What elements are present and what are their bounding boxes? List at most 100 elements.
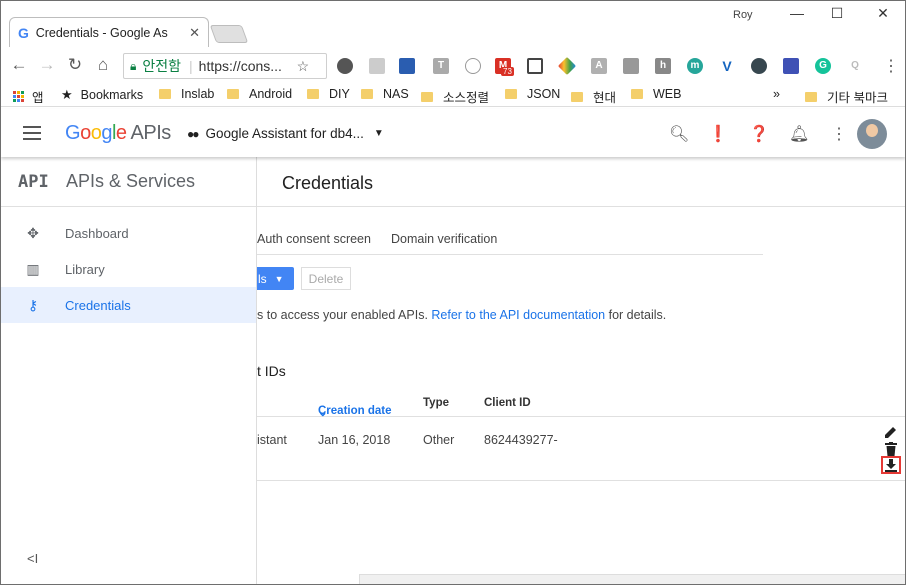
- library-icon: ▥: [26, 260, 40, 277]
- gmail-badge: 73: [501, 67, 514, 76]
- column-type: Type: [423, 397, 449, 409]
- new-tab-button[interactable]: [209, 25, 249, 43]
- apps-shortcut[interactable]: 앱: [13, 87, 44, 106]
- sidebar-item-library[interactable]: ▥ Library: [1, 251, 256, 287]
- project-selector[interactable]: ●● Google Assistant for db4... ▼: [187, 126, 384, 141]
- trello-extension-icon[interactable]: [399, 58, 415, 74]
- mercury-extension-icon[interactable]: m: [687, 58, 703, 74]
- hamburger-menu-icon[interactable]: [23, 126, 41, 144]
- forward-icon[interactable]: →: [33, 55, 61, 75]
- bookmarks-overflow-button[interactable]: »: [773, 87, 780, 101]
- table-header: Creation date ⌄ Type Client ID: [257, 389, 905, 419]
- collapse-sidebar-button[interactable]: <I: [27, 551, 38, 566]
- maximize-button[interactable]: ☐: [825, 5, 849, 22]
- vimeo-extension-icon[interactable]: V: [719, 58, 735, 74]
- bookmarks-bar: 앱 ★ Bookmarks Inslab Android DIY NAS 소스정…: [1, 83, 905, 107]
- minimize-button[interactable]: —: [785, 5, 809, 21]
- horizontal-scrollbar[interactable]: [359, 574, 905, 584]
- caret-down-icon: ▼: [373, 128, 384, 139]
- folder-icon: [505, 89, 517, 99]
- title-bar: G Credentials - Google As ✕ Roy — ☐ ✕: [1, 1, 905, 47]
- tab-domain-verification[interactable]: Domain verification: [391, 232, 497, 246]
- bookmark-extension-icon[interactable]: [783, 58, 799, 74]
- folder-icon: [631, 89, 643, 99]
- apps-grid-icon: [13, 91, 24, 102]
- bookmark-star-icon[interactable]: ☆: [297, 58, 310, 75]
- help-icon[interactable]: ❓: [749, 124, 769, 144]
- extension-icon[interactable]: [369, 58, 385, 74]
- create-credentials-button[interactable]: ls ▼: [257, 267, 294, 290]
- grammarly-extension-icon[interactable]: G: [815, 58, 831, 74]
- tab-oauth-consent-screen[interactable]: Auth consent screen: [257, 232, 371, 246]
- notifications-icon[interactable]: 🔔︎: [789, 124, 809, 144]
- creation-date: Jan 16, 2018: [318, 433, 391, 447]
- edit-icon[interactable]: [881, 423, 901, 441]
- bookmark-item-bookmarks[interactable]: ★ Bookmarks: [61, 87, 143, 103]
- browser-menu-icon[interactable]: ⋮: [883, 56, 899, 76]
- download-json-icon[interactable]: [881, 456, 901, 474]
- client-id: 8624439277-: [484, 433, 558, 447]
- dashboard-icon: ✥: [27, 224, 39, 241]
- colorpick-extension-icon[interactable]: [557, 56, 577, 76]
- extension-icon-3[interactable]: h: [655, 58, 671, 74]
- bookmark-folder[interactable]: JSON: [505, 87, 560, 101]
- bookmark-folder[interactable]: DIY: [307, 87, 350, 101]
- folder-icon: [805, 91, 817, 102]
- bookmark-folder[interactable]: NAS: [361, 87, 409, 101]
- feedback-icon[interactable]: ❗: [708, 124, 728, 144]
- search-icon[interactable]: 🔍︎: [669, 124, 689, 144]
- profile-name[interactable]: Roy: [733, 9, 753, 21]
- google-apis-logo[interactable]: Google APIs: [65, 122, 171, 145]
- tab-close-icon[interactable]: ✕: [189, 25, 200, 41]
- lock-icon: 🔒︎: [130, 58, 137, 73]
- column-client-id: Client ID: [484, 397, 531, 409]
- caret-down-icon: ▼: [274, 273, 284, 284]
- extension-icon-2[interactable]: [623, 58, 639, 74]
- folder-icon: [361, 89, 373, 99]
- bookmark-folder[interactable]: WEB: [631, 87, 681, 101]
- address-bar[interactable]: 🔒︎ 안전함 | https://cons... ☆: [123, 53, 327, 79]
- folder-icon: [307, 89, 319, 99]
- home-icon[interactable]: ⌂: [89, 55, 117, 75]
- angular-extension-icon[interactable]: A: [591, 58, 607, 74]
- more-options-icon[interactable]: ⋮: [831, 124, 847, 144]
- avatar[interactable]: [857, 119, 887, 149]
- bookmark-folder[interactable]: Inslab: [159, 87, 214, 101]
- bookmark-folder[interactable]: 현대: [571, 87, 616, 106]
- search-extension-icon[interactable]: Q: [847, 58, 863, 74]
- close-window-button[interactable]: ✕: [871, 5, 895, 22]
- client-name[interactable]: istant: [257, 433, 287, 447]
- browser-tab[interactable]: G Credentials - Google As ✕: [9, 17, 209, 47]
- api-documentation-link[interactable]: Refer to the API documentation: [431, 308, 605, 322]
- sidebar-item-dashboard[interactable]: ✥ Dashboard: [1, 215, 256, 251]
- evernote-extension-icon[interactable]: [337, 58, 353, 74]
- page-header: Credentials: [257, 157, 905, 207]
- project-name: Google Assistant for db4...: [205, 126, 364, 141]
- text-extension-icon[interactable]: T: [433, 58, 449, 74]
- google-favicon-icon: G: [18, 24, 29, 41]
- client-type: Other: [423, 433, 455, 447]
- delete-button[interactable]: Delete: [301, 267, 351, 290]
- main-content: Credentials Auth consent screen Domain v…: [257, 157, 905, 584]
- url-text[interactable]: https://cons...: [199, 58, 291, 74]
- bookmark-folder[interactable]: 소스정렬: [421, 87, 489, 106]
- reload-icon[interactable]: ↻: [61, 55, 89, 75]
- oauth-client-ids-title: t IDs: [257, 363, 286, 379]
- project-icon: ●●: [187, 126, 199, 141]
- tab-title: Credentials - Google As: [35, 25, 168, 40]
- ghostery-extension-icon[interactable]: [751, 58, 767, 74]
- api-logo-icon: API: [18, 171, 49, 192]
- info-text: s to access your enabled APIs. Refer to …: [257, 308, 667, 322]
- star-icon: ★: [61, 87, 73, 102]
- browser-toolbar: ← → ↻ ⌂ 🔒︎ 안전함 | https://cons... ☆ T M 7…: [1, 47, 905, 83]
- page-title: Credentials: [282, 173, 374, 193]
- code-extension-icon[interactable]: [465, 58, 481, 74]
- browser-window: G Credentials - Google As ✕ Roy — ☐ ✕ ← …: [0, 0, 906, 585]
- table-row[interactable]: istant Jan 16, 2018 Other 8624439277-: [257, 417, 905, 481]
- bookmark-folder[interactable]: Android: [227, 87, 292, 101]
- back-icon[interactable]: ←: [5, 55, 33, 75]
- client-ids-table: Creation date ⌄ Type Client ID istant Ja…: [257, 389, 905, 481]
- sidebar-item-credentials[interactable]: ⚷ Credentials: [1, 287, 256, 323]
- other-bookmarks-folder[interactable]: 기타 북마크: [805, 87, 888, 106]
- screenshot-extension-icon[interactable]: [527, 58, 543, 74]
